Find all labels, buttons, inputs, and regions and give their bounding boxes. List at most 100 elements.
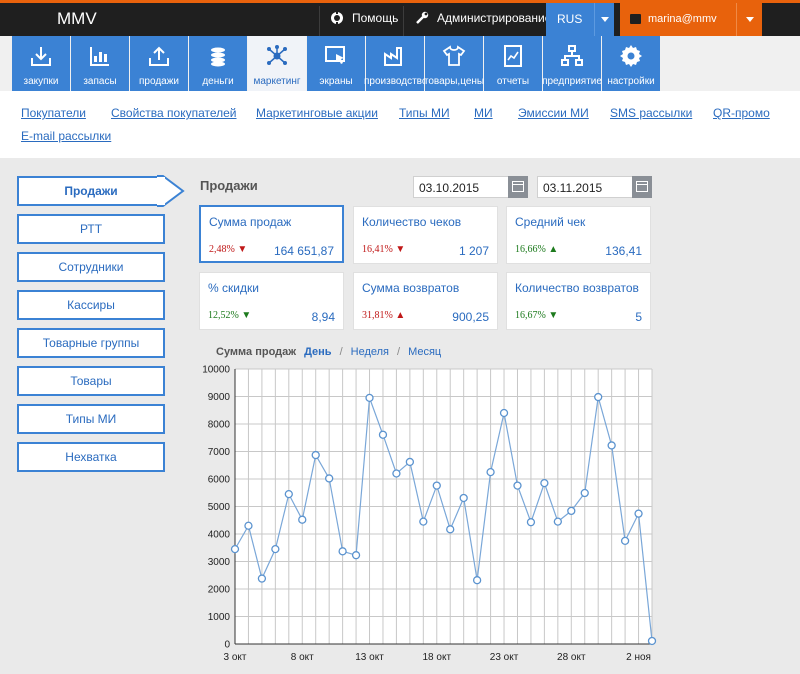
data-point [526,518,536,527]
data-point [580,488,589,498]
nav-item-label: товары,цены [423,76,485,87]
data-point [244,521,253,530]
nav-item-3[interactable]: деньги [189,36,247,91]
active-arrow-icon [157,175,185,207]
tab-day[interactable]: День [304,346,332,358]
data-point [325,474,334,483]
factory-icon [383,44,407,68]
subnav-link-marketing-actions[interactable]: Маркетинговые акции [256,106,378,120]
chart-title: Сумма продаж [216,346,297,358]
data-point [257,574,267,583]
help-label: Помощь [352,11,399,25]
nav-item-label: производство [364,76,428,87]
data-point [351,551,361,560]
y-tick-label: 2000 [208,585,231,596]
shirt-icon [442,44,466,68]
kpi-card-avg-receipt[interactable]: Средний чек 16,66% ▲ 136,41 [506,206,651,264]
kpi-value: 136,41 [605,244,642,258]
nav-item-7[interactable]: товары,цены [423,36,485,91]
data-point [513,481,522,490]
report-item-shortage[interactable]: Нехватка [17,442,165,472]
calendar-icon[interactable] [632,176,652,198]
kpi-label: Количество возвратов [515,281,639,295]
date-from-field[interactable]: 03.10.2015 [413,176,528,198]
report-item-label: Продажи [64,184,118,198]
nav-item-4[interactable]: маркетинг [248,36,306,91]
x-tick-label: 18 окт [423,652,452,663]
date-from-value: 03.10.2015 [419,181,480,195]
nav-item-8[interactable]: отчеты [484,36,542,91]
kpi-card-discount[interactable]: % скидки 12,52% ▼ 8,94 [199,272,344,330]
subnav-link-email[interactable]: E-mail рассылки [21,129,111,143]
sub-nav: Покупатели Свойства покупателей Маркетин… [0,91,800,149]
report-item-employees[interactable]: Сотрудники [17,252,165,282]
calendar-icon[interactable] [508,176,528,198]
kpi-change: 2,48% ▼ [209,244,248,255]
report-item-sales[interactable]: Продажи [17,176,165,206]
data-point [230,544,240,554]
tab-separator: / [339,346,343,358]
nav-item-0[interactable]: закупки [12,36,70,91]
nav-item-label: закупки [23,76,59,87]
help-icon [330,11,344,25]
data-point [365,393,374,403]
subnav-link-mi-types[interactable]: Типы МИ [399,106,450,120]
chevron-down-icon[interactable] [736,3,762,36]
nav-item-5[interactable]: экраны [307,36,365,91]
y-tick-label: 1000 [208,612,231,623]
kpi-card-sales-sum[interactable]: Сумма продаж 2,48% ▼ 164 651,87 [199,205,344,263]
data-point [392,469,401,478]
main-nav: закупки запасы продажи деньги маркетинг экран… [0,36,800,91]
data-point [271,544,280,554]
data-point [472,576,482,585]
date-to-field[interactable]: 03.11.2015 [537,176,652,198]
subnav-link-mi[interactable]: МИ [474,106,493,120]
kpi-card-returns-count[interactable]: Количество возвратов 16,67% ▼ 5 [506,272,651,330]
subnav-link-customer-properties[interactable]: Свойства покупателей [111,106,237,120]
data-point [607,441,616,450]
org-chart-icon [560,44,584,68]
admin-link[interactable]: Администрирование [415,11,551,25]
report-item-products[interactable]: Товары [17,366,165,396]
kpi-value: 164 651,87 [273,244,334,258]
y-tick-label: 10000 [202,365,230,376]
x-tick-label: 2 ноя [626,652,651,663]
subnav-link-mi-emissions[interactable]: Эмиссии МИ [518,106,589,120]
language-value: RUS [557,12,583,26]
tab-month[interactable]: Месяц [408,346,441,358]
data-point [620,536,630,546]
report-item-cashiers[interactable]: Кассиры [17,290,165,320]
kpi-card-returns-sum[interactable]: Сумма возвратов 31,81% ▲ 900,25 [353,272,498,330]
report-item-product-groups[interactable]: Товарные группы [17,328,165,358]
subnav-link-sms[interactable]: SMS рассылки [610,106,692,120]
nav-item-label: отчеты [496,76,530,87]
tab-separator: / [397,346,401,358]
tab-week[interactable]: Неделя [351,346,389,358]
subnav-link-customers[interactable]: Покупатели [21,106,86,120]
kpi-card-receipts-count[interactable]: Количество чеков 16,41% ▼ 1 207 [353,206,498,264]
report-item-rtt[interactable]: РТТ [17,214,165,244]
user-menu[interactable]: marina@mmv [620,3,762,36]
nav-item-label: экраны [319,76,353,87]
subnav-link-qr-promo[interactable]: QR-промо [713,106,770,120]
data-point [311,450,320,460]
divider [319,6,320,36]
nav-item-1[interactable]: запасы [71,36,129,91]
nav-item-label: продажи [139,76,179,87]
data-point [419,517,428,526]
nav-item-9[interactable]: предприятие [542,36,602,91]
chevron-down-icon[interactable] [594,3,614,36]
report-item-mi-types[interactable]: Типы МИ [17,404,165,434]
nav-item-label: маркетинг [253,76,301,87]
language-select[interactable]: RUS [546,3,614,36]
help-link[interactable]: Помощь [330,11,398,25]
data-point [338,547,347,556]
data-point [298,515,307,524]
kpi-label: Сумма возвратов [362,281,460,295]
y-tick-label: 9000 [208,392,231,403]
nav-item-6[interactable]: производство [364,36,428,91]
nav-item-10[interactable]: настройки [602,36,660,91]
x-tick-label: 3 окт [224,652,247,663]
sales-line-chart: 0 1000 2000 3000 4000 5000 6000 7000 8000 9000 100… [202,365,657,663]
nav-item-2[interactable]: продажи [130,36,188,91]
